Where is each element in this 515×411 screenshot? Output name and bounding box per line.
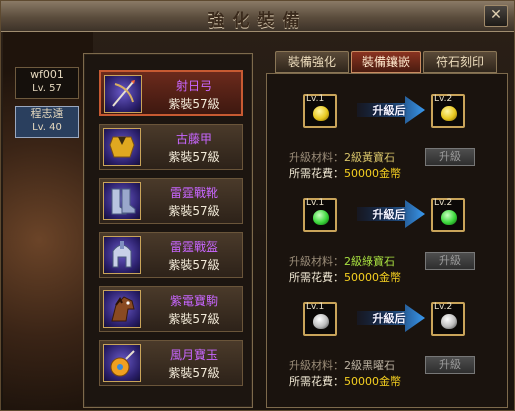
gem-upgrade-panel: Lv.1 升級后 Lv.2 升級材料：2級黃寶石 所需花費：50000金幣 升級…	[266, 73, 508, 408]
enhance-equipment-window: 強化裝備 ✕ wf001 Lv. 57 程志遠 Lv. 40 射日弓 紫裝57級…	[0, 0, 515, 411]
green-gem-icon	[441, 210, 457, 225]
item-name: 古藤甲	[175, 132, 212, 146]
item-name: 雷霆戰靴	[169, 186, 218, 200]
equipment-item-bow[interactable]: 射日弓 紫裝57級	[99, 70, 243, 116]
character-name: 程志遠	[30, 107, 64, 120]
cost-label: 所需花費：	[289, 271, 344, 284]
upgrade-arrow: 升級后	[357, 304, 427, 332]
item-grade: 紫裝57級	[168, 312, 220, 326]
helmet-icon	[103, 236, 141, 274]
horse-icon	[103, 290, 141, 328]
item-grade: 紫裝57級	[168, 150, 220, 164]
item-grade: 紫裝57級	[168, 366, 220, 380]
cost-row: 所需花費：50000金幣	[289, 165, 401, 181]
equipment-item-helmet[interactable]: 雷霆戰盔 紫裝57級	[99, 232, 243, 278]
material-row: 升級材料：2級綠寶石	[289, 253, 395, 269]
cost-value: 50000金幣	[344, 167, 401, 180]
title-bar[interactable]: 強化裝備 ✕	[1, 1, 514, 32]
upgrade-button[interactable]: 升級	[425, 252, 475, 270]
cost-value: 50000金幣	[344, 375, 401, 388]
item-grade: 紫裝57級	[168, 258, 220, 272]
item-grade: 紫裝57級	[168, 97, 220, 111]
jade-icon	[103, 344, 141, 382]
equipment-item-horse[interactable]: 紫電寶駒 紫裝57級	[99, 286, 243, 332]
item-name: 風月寶玉	[169, 348, 218, 362]
tab-enhance[interactable]: 裝備強化	[275, 51, 349, 73]
equipment-list: 射日弓 紫裝57級 古藤甲 紫裝57級 雷霆戰靴 紫裝57級 雷霆戰盔 紫裝57…	[83, 53, 253, 408]
cost-value: 50000金幣	[344, 271, 401, 284]
slot-level: Lv.2	[434, 302, 453, 312]
gem-slot-next-green: Lv.2	[431, 198, 465, 232]
material-value: 2級綠寶石	[344, 255, 395, 268]
slot-level: Lv.1	[306, 302, 325, 312]
equipment-item-armor[interactable]: 古藤甲 紫裝57級	[99, 124, 243, 170]
close-button[interactable]: ✕	[484, 5, 508, 27]
cost-label: 所需花費：	[289, 167, 344, 180]
gem-slot-next-obsidian: Lv.2	[431, 302, 465, 336]
tab-rune-engrave[interactable]: 符石刻印	[423, 51, 497, 73]
item-name: 雷霆戰盔	[169, 240, 218, 254]
yellow-gem-icon	[313, 106, 329, 121]
tab-inlay[interactable]: 裝備鑲嵌	[351, 51, 421, 73]
bow-icon	[104, 75, 142, 113]
slot-level: Lv.2	[434, 94, 453, 104]
obsidian-gem-icon	[441, 314, 457, 329]
slot-level: Lv.1	[306, 94, 325, 104]
material-label: 升級材料：	[289, 151, 344, 164]
material-value: 2級黑曜石	[344, 359, 395, 372]
window-title: 強化裝備	[207, 11, 308, 31]
slot-level: Lv.1	[306, 198, 325, 208]
material-value: 2級黃寶石	[344, 151, 395, 164]
armor-icon	[103, 128, 141, 166]
material-row: 升級材料：2級黃寶石	[289, 149, 395, 165]
slot-level: Lv.2	[434, 198, 453, 208]
material-row: 升級材料：2級黑曜石	[289, 357, 395, 373]
item-grade: 紫裝57級	[168, 204, 220, 218]
item-name: 射日弓	[175, 79, 212, 93]
character-name: wf001	[30, 68, 64, 81]
gem-slot-current-obsidian[interactable]: Lv.1	[303, 302, 337, 336]
upgrade-button[interactable]: 升級	[425, 148, 475, 166]
arrow-label: 升級后	[372, 208, 406, 221]
arrow-label: 升級后	[372, 104, 406, 117]
gem-slot-current-yellow[interactable]: Lv.1	[303, 94, 337, 128]
character-card-wf001[interactable]: wf001 Lv. 57	[15, 67, 79, 99]
cost-label: 所需花費：	[289, 375, 344, 388]
equipment-item-boots[interactable]: 雷霆戰靴 紫裝57級	[99, 178, 243, 224]
character-level: Lv. 57	[32, 83, 62, 94]
material-label: 升級材料：	[289, 255, 344, 268]
equipment-item-jade[interactable]: 風月寶玉 紫裝57級	[99, 340, 243, 386]
upgrade-arrow: 升級后	[357, 200, 427, 228]
cost-row: 所需花費：50000金幣	[289, 373, 401, 389]
upgrade-button[interactable]: 升級	[425, 356, 475, 374]
yellow-gem-icon	[441, 106, 457, 121]
green-gem-icon	[313, 210, 329, 225]
item-name: 紫電寶駒	[169, 294, 218, 308]
upgrade-arrow: 升級后	[357, 96, 427, 124]
gem-slot-current-green[interactable]: Lv.1	[303, 198, 337, 232]
character-level: Lv. 40	[32, 122, 62, 133]
gem-slot-next-yellow: Lv.2	[431, 94, 465, 128]
obsidian-gem-icon	[313, 314, 329, 329]
character-card-selected[interactable]: 程志遠 Lv. 40	[15, 106, 79, 138]
boots-icon	[103, 182, 141, 220]
cost-row: 所需花費：50000金幣	[289, 269, 401, 285]
arrow-label: 升級后	[372, 312, 406, 325]
material-label: 升級材料：	[289, 359, 344, 372]
